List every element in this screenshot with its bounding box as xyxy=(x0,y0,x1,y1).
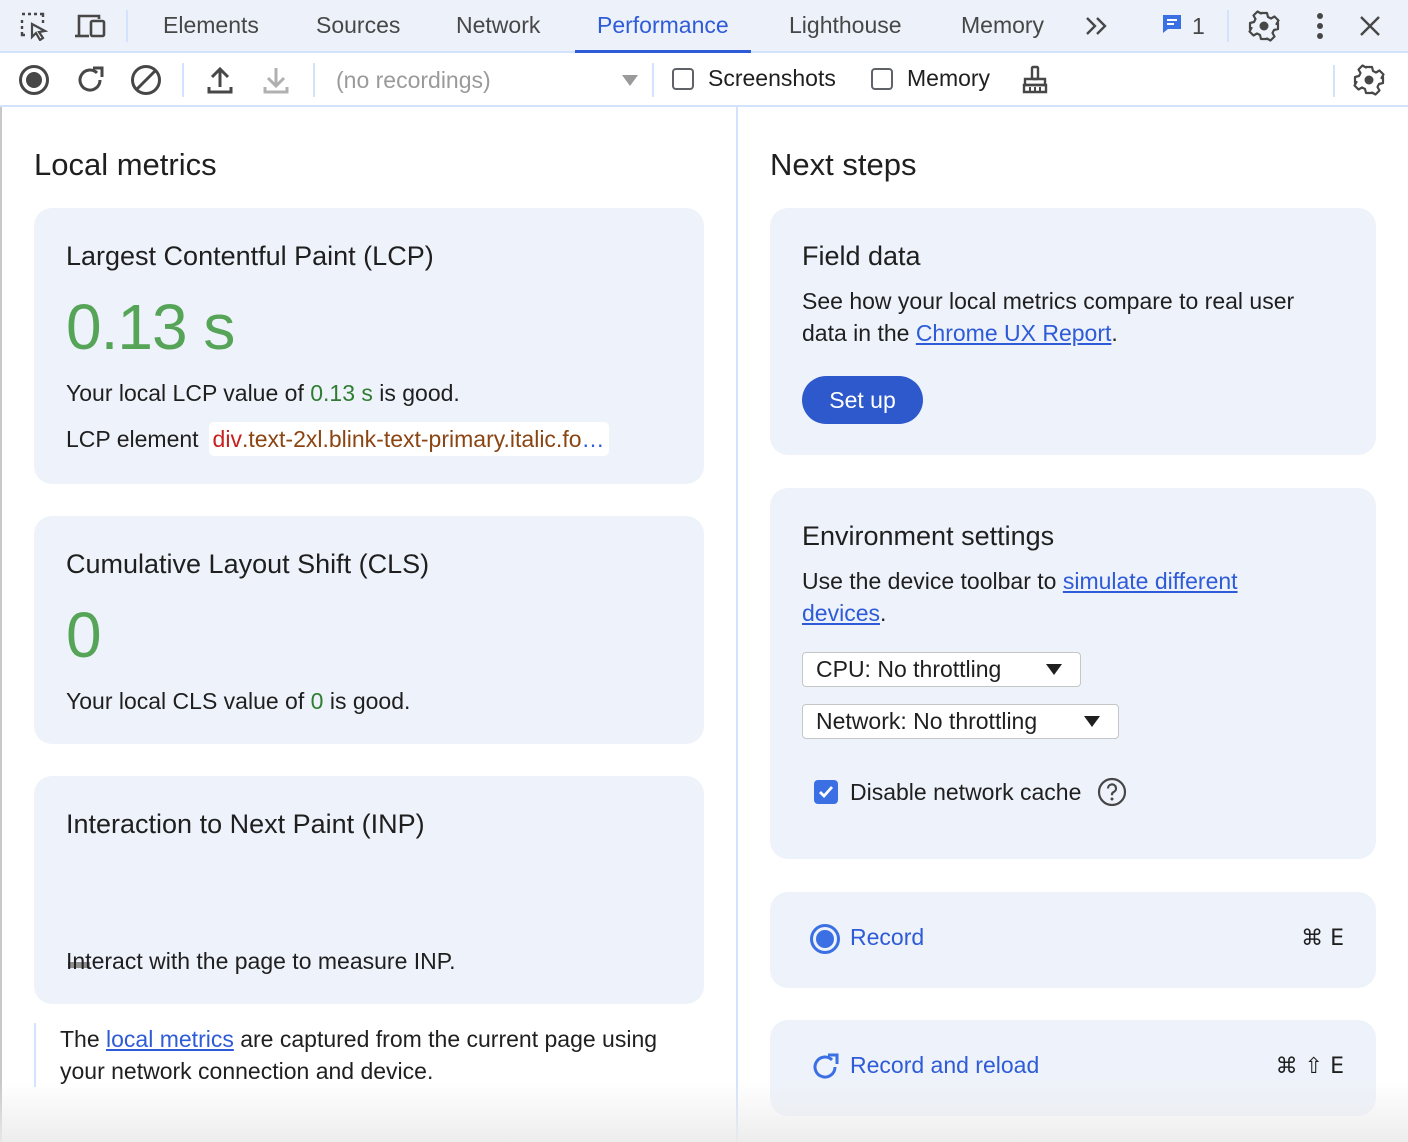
issues-button[interactable]: 1 xyxy=(1160,12,1205,41)
screenshots-checkbox[interactable] xyxy=(672,67,694,90)
recordings-select-value: (no recordings) xyxy=(336,66,491,93)
memory-label: Memory xyxy=(907,65,991,91)
dropdown-arrow-icon xyxy=(1046,664,1062,675)
lcp-card: Largest Contentful Paint (LCP) 0.13 s Yo… xyxy=(34,208,704,484)
tab-network[interactable]: Network xyxy=(434,0,562,51)
network-throttling-select[interactable]: Network: No throttling xyxy=(802,704,1119,739)
screenshots-label: Screenshots xyxy=(708,65,836,91)
field-data-description: See how your local metrics compare to re… xyxy=(802,285,1322,349)
lcp-element-classes: .text-2xl.blink-text-primary.italic.fo xyxy=(241,425,582,452)
field-data-text-suffix: . xyxy=(1111,320,1118,346)
field-data-title: Field data xyxy=(802,241,921,271)
issues-count: 1 xyxy=(1192,13,1205,39)
disable-cache-row[interactable]: Disable network cache xyxy=(814,777,1127,807)
cls-title: Cumulative Layout Shift (CLS) xyxy=(66,549,430,579)
record-and-reload-action[interactable]: Record and reload ⌘ ⇧ E xyxy=(770,1020,1376,1116)
reload-record-icon xyxy=(808,1050,842,1084)
local-metrics-link[interactable]: local metrics xyxy=(106,1026,234,1052)
lcp-desc-suffix: is good. xyxy=(372,380,460,406)
checkmark-icon xyxy=(819,786,834,799)
record-action[interactable]: Record ⌘ E xyxy=(770,892,1376,988)
recordings-select[interactable]: (no recordings) xyxy=(336,63,646,97)
toolbar-divider xyxy=(182,63,184,97)
lcp-desc-prefix: Your local LCP value of xyxy=(66,380,311,406)
local-metrics-heading: Local metrics xyxy=(34,147,217,182)
clear-icon[interactable] xyxy=(129,63,163,97)
tab-bar-divider xyxy=(126,10,128,42)
settings-icon[interactable] xyxy=(1247,9,1281,43)
note-prefix: The xyxy=(60,1026,107,1052)
local-metrics-pane: Local metrics Largest Contentful Paint (… xyxy=(2,107,736,1142)
next-steps-pane: Next steps Field data See how your local… xyxy=(738,107,1408,1142)
lcp-value: 0.13 s xyxy=(66,291,235,363)
record-and-reload-label: Record and reload xyxy=(850,1052,1040,1078)
environment-text-suffix: . xyxy=(879,600,887,626)
record-label: Record xyxy=(850,924,925,950)
tab-lighthouse[interactable]: Lighthouse xyxy=(767,0,924,51)
toolbar-divider xyxy=(313,63,315,97)
more-vert-icon[interactable] xyxy=(1303,9,1337,43)
record-and-reload-shortcut: ⌘ ⇧ E xyxy=(1275,1054,1344,1079)
issues-icon xyxy=(1160,12,1184,41)
lcp-element-ellipsis: … xyxy=(581,425,605,452)
lcp-desc-value: 0.13 s xyxy=(310,380,373,406)
tab-sources[interactable]: Sources xyxy=(294,0,422,51)
inp-title: Interaction to Next Paint (INP) xyxy=(66,809,425,839)
tab-elements[interactable]: Elements xyxy=(141,0,281,51)
inspect-element-icon[interactable] xyxy=(17,9,51,43)
memory-checkbox-row[interactable]: Memory xyxy=(871,65,990,92)
dropdown-arrow-icon xyxy=(1084,716,1100,727)
dropdown-arrow-icon xyxy=(622,75,638,86)
lcp-element-node-link[interactable]: div .text-2xl.blink-text-primary.italic.f… xyxy=(208,422,609,456)
garbage-collect-icon[interactable] xyxy=(1018,63,1052,97)
download-icon xyxy=(259,63,293,97)
disable-cache-checkbox[interactable] xyxy=(814,780,838,804)
toolbar-divider xyxy=(652,63,654,97)
inp-card: Interaction to Next Paint (INP) Interact… xyxy=(34,776,704,1004)
memory-checkbox[interactable] xyxy=(871,67,893,90)
local-metrics-note: The local metrics are captured from the … xyxy=(34,1023,674,1087)
cls-value: 0 xyxy=(66,599,102,671)
cpu-throttling-value: CPU: No throttling xyxy=(816,656,1002,682)
cls-description: Your local CLS value of 0 is good. xyxy=(66,688,410,715)
device-toolbar-icon[interactable] xyxy=(73,9,107,43)
next-steps-heading: Next steps xyxy=(770,147,917,182)
environment-title: Environment settings xyxy=(802,521,1055,551)
environment-description: Use the device toolbar to simulate diffe… xyxy=(802,565,1322,629)
tab-memory[interactable]: Memory xyxy=(939,0,1066,51)
capture-settings-icon[interactable] xyxy=(1352,63,1386,97)
cpu-throttling-select[interactable]: CPU: No throttling xyxy=(802,652,1081,687)
close-icon[interactable] xyxy=(1353,9,1387,43)
lcp-element-label: LCP element xyxy=(66,425,199,452)
help-icon[interactable] xyxy=(1097,777,1127,807)
reload-record-icon[interactable] xyxy=(73,63,107,97)
cls-desc-suffix: is good. xyxy=(323,688,411,714)
lcp-description: Your local LCP value of 0.13 s is good. xyxy=(66,380,460,407)
environment-text-prefix: Use the device toolbar to xyxy=(802,568,1063,594)
record-icon[interactable] xyxy=(17,63,51,97)
cls-card: Cumulative Layout Shift (CLS) 0 Your loc… xyxy=(34,516,704,744)
tab-performance[interactable]: Performance xyxy=(575,0,751,53)
environment-settings-card: Environment settings Use the device tool… xyxy=(770,488,1376,859)
inp-description: Interact with the page to measure INP. xyxy=(66,948,456,974)
record-shortcut: ⌘ E xyxy=(1301,926,1344,951)
record-icon xyxy=(808,922,842,956)
cls-desc-prefix: Your local CLS value of xyxy=(66,688,311,714)
tab-bar-divider xyxy=(1227,10,1229,42)
set-up-button[interactable]: Set up xyxy=(802,376,923,424)
network-throttling-value: Network: No throttling xyxy=(816,708,1038,734)
lcp-element-tag: div xyxy=(212,425,242,452)
double-chevron-right-icon[interactable] xyxy=(1080,9,1114,43)
lcp-element-row: LCP element div .text-2xl.blink-text-prim… xyxy=(66,422,609,456)
performance-toolbar: (no recordings) Screenshots Memory xyxy=(0,53,1408,107)
disable-cache-label: Disable network cache xyxy=(850,778,1082,805)
chrome-ux-report-link[interactable]: Chrome UX Report xyxy=(916,320,1112,346)
field-data-card: Field data See how your local metrics co… xyxy=(770,208,1376,455)
screenshots-checkbox-row[interactable]: Screenshots xyxy=(672,65,836,92)
cls-desc-value: 0 xyxy=(310,688,324,714)
upload-icon[interactable] xyxy=(203,63,237,97)
lcp-title: Largest Contentful Paint (LCP) xyxy=(66,241,434,271)
toolbar-divider xyxy=(1333,65,1335,97)
devtools-tab-bar: Elements Sources Network Performance Lig… xyxy=(0,0,1408,53)
